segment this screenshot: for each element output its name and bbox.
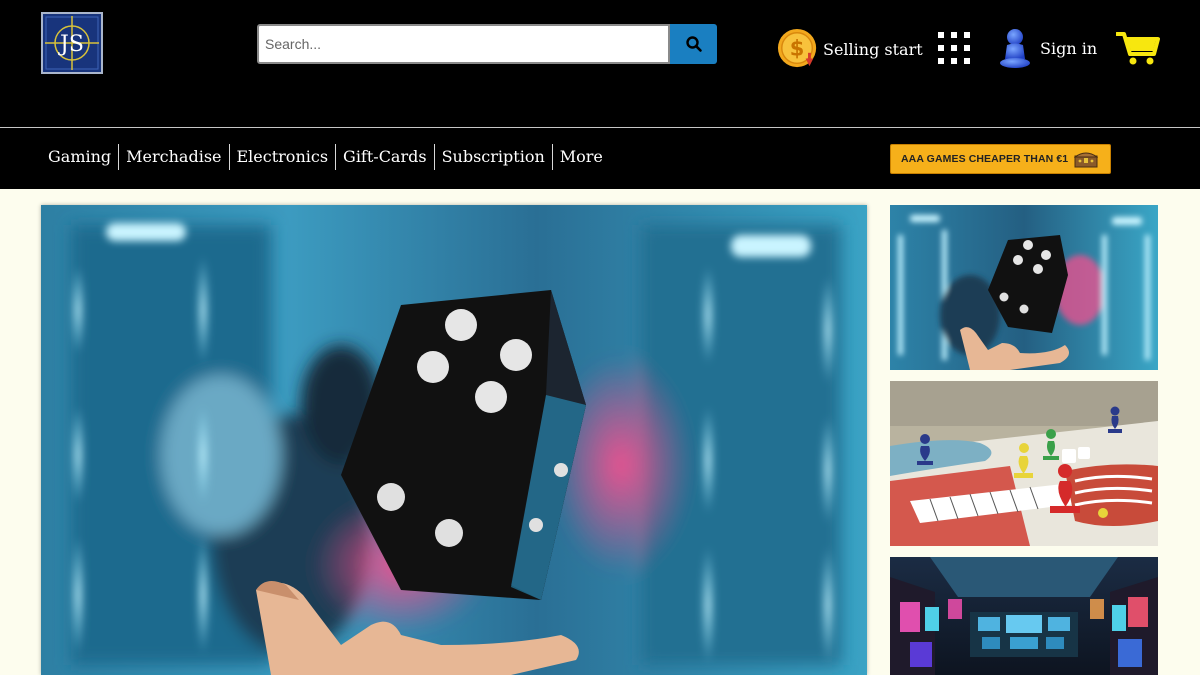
logo-text: JS bbox=[58, 32, 84, 57]
site-logo[interactable]: JS bbox=[41, 12, 103, 74]
dollar-coin-icon: $ bbox=[777, 28, 817, 68]
search-input[interactable] bbox=[257, 24, 670, 64]
selling-start-label: Selling start bbox=[823, 39, 923, 59]
search-button[interactable] bbox=[670, 24, 717, 64]
hero-dice-image[interactable] bbox=[41, 205, 867, 675]
category-nav: Gaming Merchadise Electronics Gift-Cards… bbox=[42, 144, 610, 170]
search-bar bbox=[257, 24, 717, 64]
arcade-room-thumbnail[interactable] bbox=[890, 557, 1158, 675]
sign-in-link[interactable]: Sign in bbox=[998, 26, 1097, 70]
svg-text:$: $ bbox=[790, 37, 805, 61]
promo-text: AAA GAMES CHEAPER THAN €1 bbox=[901, 153, 1069, 165]
search-icon bbox=[685, 36, 702, 52]
site-header: JS $ Selling start bbox=[0, 0, 1200, 127]
nav-item-merchandise[interactable]: Merchadise bbox=[118, 144, 228, 170]
dice-thumbnail[interactable] bbox=[890, 205, 1158, 370]
nav-item-gaming[interactable]: Gaming bbox=[42, 144, 118, 170]
logo-emblem: JS bbox=[43, 14, 101, 72]
sign-in-label: Sign in bbox=[1040, 38, 1098, 58]
nav-item-subscription[interactable]: Subscription bbox=[433, 144, 552, 170]
nav-item-more[interactable]: More bbox=[551, 144, 610, 170]
nav-item-gift-cards[interactable]: Gift-Cards bbox=[335, 144, 434, 170]
cart-icon[interactable] bbox=[1115, 30, 1160, 66]
grid-icon[interactable] bbox=[938, 32, 970, 64]
treasure-chest-icon bbox=[1074, 152, 1098, 168]
selling-start-link[interactable]: $ Selling start bbox=[777, 27, 923, 71]
category-nav-bar: Gaming Merchadise Electronics Gift-Cards… bbox=[0, 128, 1200, 189]
user-icon bbox=[1000, 29, 1030, 68]
promo-banner[interactable]: AAA GAMES CHEAPER THAN €1 bbox=[890, 144, 1111, 174]
board-game-thumbnail[interactable] bbox=[890, 381, 1158, 546]
nav-item-electronics[interactable]: Electronics bbox=[228, 144, 336, 170]
